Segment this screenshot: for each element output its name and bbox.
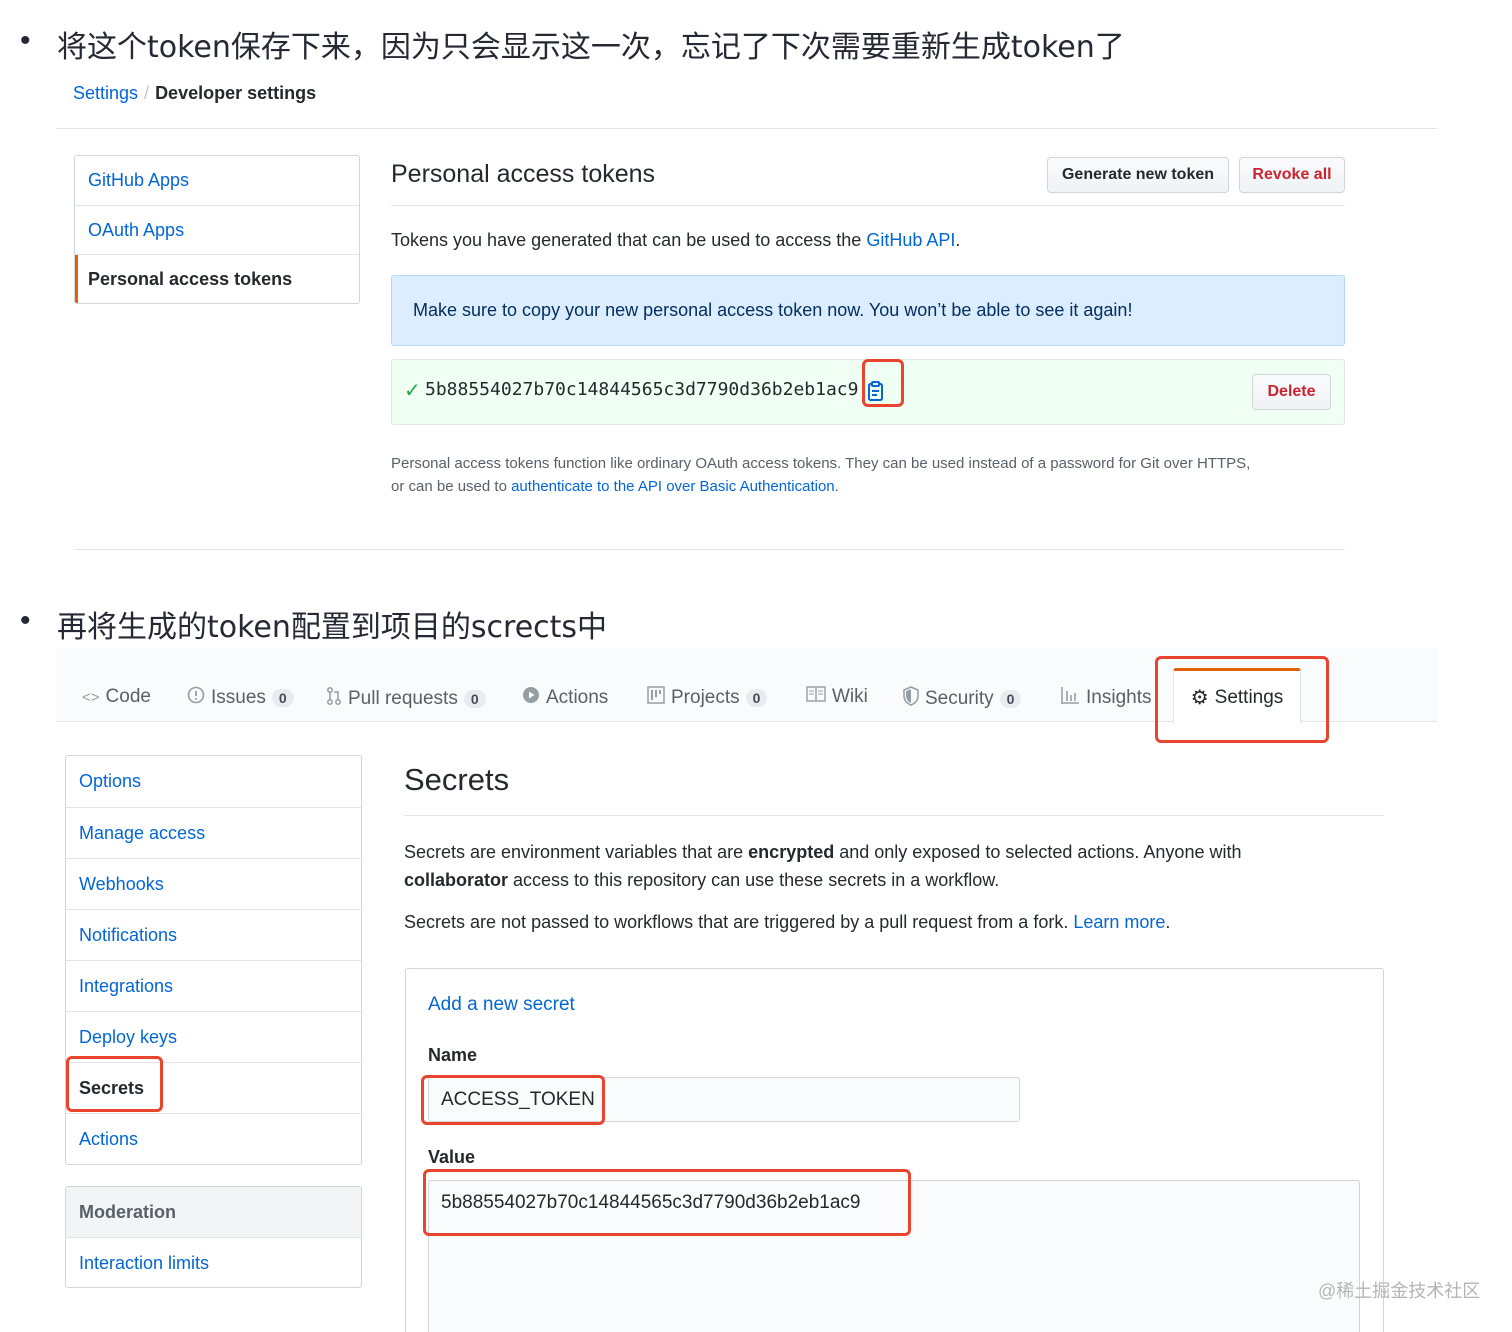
highlight-settings-tab [1155, 656, 1329, 743]
delete-token-button[interactable]: Delete [1252, 374, 1331, 410]
tab-issues[interactable]: Issues 0 [187, 686, 294, 710]
secrets-description-line-2: collaborator access to this repository c… [404, 866, 1241, 894]
token-note-line-2: or can be used to authenticate to the AP… [391, 475, 1250, 498]
menu-item-interaction-limits[interactable]: Interaction limits [66, 1238, 361, 1287]
value-label: Value [428, 1147, 476, 1167]
highlight-copy-button [862, 359, 904, 407]
shield-icon [903, 686, 919, 712]
moderation-heading: Moderation [66, 1187, 361, 1238]
menu-item-oauth-apps[interactable]: OAuth Apps [75, 206, 359, 255]
tab-insights-label: Insights [1086, 687, 1152, 708]
secrets-fork-note-text: Secrets are not passed to workflows that… [404, 912, 1074, 932]
token-note-line-1: Personal access tokens function like ord… [391, 455, 1251, 472]
secrets-description-text-a: Secrets are environment variables that a… [404, 842, 749, 862]
security-counter: 0 [999, 690, 1022, 708]
highlight-secrets-item [66, 1056, 163, 1112]
graph-icon [1060, 686, 1080, 710]
tab-code[interactable]: <> Code [82, 686, 151, 708]
breadcrumb-separator: / [144, 83, 150, 103]
secrets-description-text-e: access to this repository can use these … [508, 870, 1000, 890]
tab-pull-requests[interactable]: Pull requests 0 [326, 686, 486, 712]
tab-security[interactable]: Security 0 [903, 686, 1022, 712]
tab-insights[interactable]: Insights [1060, 686, 1151, 710]
breadcrumb: Settings / Developer settings [73, 83, 316, 104]
developer-settings-menu: GitHub Apps OAuth Apps Personal access t… [74, 155, 360, 304]
tab-code-label: Code [105, 686, 151, 707]
token-value: 5b88554027b70c14844565c3d7790d36b2eb1ac9 [425, 379, 859, 400]
secrets-title: Secrets [404, 762, 510, 797]
secrets-fork-note: Secrets are not passed to workflows that… [404, 908, 1170, 936]
watermark: @稀土掘金技术社区 [1318, 1281, 1481, 1301]
menu-item-options[interactable]: Options [66, 756, 361, 808]
code-icon: <> [82, 688, 100, 706]
github-api-link[interactable]: GitHub API [866, 230, 955, 250]
tab-issues-label: Issues [211, 687, 266, 708]
secrets-title-divider [404, 815, 1384, 816]
flash-notice: Make sure to copy your new personal acce… [391, 275, 1345, 346]
intro-text-body: Tokens you have generated that can be us… [391, 230, 867, 250]
name-label: Name [428, 1045, 478, 1065]
breadcrumb-settings-link[interactable]: Settings [73, 83, 138, 103]
book-icon [806, 686, 826, 708]
token-note: Personal access tokens function like ord… [391, 452, 1250, 498]
menu-item-manage-access[interactable]: Manage access [66, 808, 361, 859]
play-icon [522, 686, 540, 710]
intro-text: Tokens you have generated that can be us… [391, 230, 960, 251]
divider [56, 128, 1437, 129]
tab-projects[interactable]: Projects 0 [647, 686, 768, 710]
projects-counter: 0 [745, 689, 768, 707]
menu-item-notifications[interactable]: Notifications [66, 910, 361, 961]
learn-more-link[interactable]: Learn more [1073, 912, 1165, 932]
bullet-text-1: 将这个token保存下来，因为只会显示这一次，忘记了下次需要重新生成token了 [57, 30, 1125, 65]
tab-wiki-label: Wiki [832, 686, 868, 707]
secrets-description-line-1: Secrets are environment variables that a… [404, 838, 1241, 866]
token-note-end: . [834, 478, 839, 495]
breadcrumb-current: Developer settings [155, 83, 317, 103]
bullet-marker: • [20, 604, 31, 637]
secrets-fork-note-end: . [1165, 912, 1171, 932]
project-icon [647, 686, 665, 710]
page-title: Personal access tokens [391, 160, 656, 188]
tab-security-label: Security [925, 688, 994, 709]
token-note-line-2-text: or can be used to [391, 478, 512, 495]
menu-item-personal-access-tokens[interactable]: Personal access tokens [75, 255, 359, 303]
tab-pull-requests-label: Pull requests [348, 688, 458, 709]
secrets-description: Secrets are environment variables that a… [404, 838, 1241, 894]
title-divider [391, 205, 1345, 206]
menu-item-actions[interactable]: Actions [66, 1114, 361, 1164]
issues-counter: 0 [271, 689, 294, 707]
moderation-menu: Moderation Interaction limits [65, 1186, 362, 1288]
bullet-text-2: 再将生成的token配置到项目的scrects中 [57, 610, 608, 645]
tab-actions[interactable]: Actions [522, 686, 608, 710]
bullet-marker: • [20, 24, 31, 57]
revoke-all-button[interactable]: Revoke all [1239, 157, 1345, 193]
basic-auth-link[interactable]: authenticate to the API over Basic Authe… [511, 478, 835, 495]
generate-new-token-button[interactable]: Generate new token [1047, 157, 1229, 193]
tab-projects-label: Projects [671, 687, 740, 708]
highlight-name-input [421, 1075, 605, 1125]
check-icon: ✓ [404, 380, 421, 402]
highlight-value-input [423, 1169, 911, 1236]
menu-item-github-apps[interactable]: GitHub Apps [75, 156, 359, 206]
menu-item-integrations[interactable]: Integrations [66, 961, 361, 1012]
secrets-description-text-c: and only exposed to selected actions. An… [834, 842, 1242, 862]
tab-wiki[interactable]: Wiki [806, 686, 868, 708]
tab-actions-label: Actions [546, 687, 609, 708]
secrets-description-bold-collaborator: collaborator [404, 870, 509, 890]
pull-request-icon [326, 686, 342, 712]
intro-text-end: . [955, 230, 961, 250]
issue-icon [187, 686, 205, 710]
menu-item-webhooks[interactable]: Webhooks [66, 859, 361, 910]
section-divider [74, 549, 1345, 550]
pull-requests-counter: 0 [463, 690, 486, 708]
add-new-secret-link[interactable]: Add a new secret [428, 994, 575, 1016]
secrets-description-bold-encrypted: encrypted [748, 842, 835, 862]
